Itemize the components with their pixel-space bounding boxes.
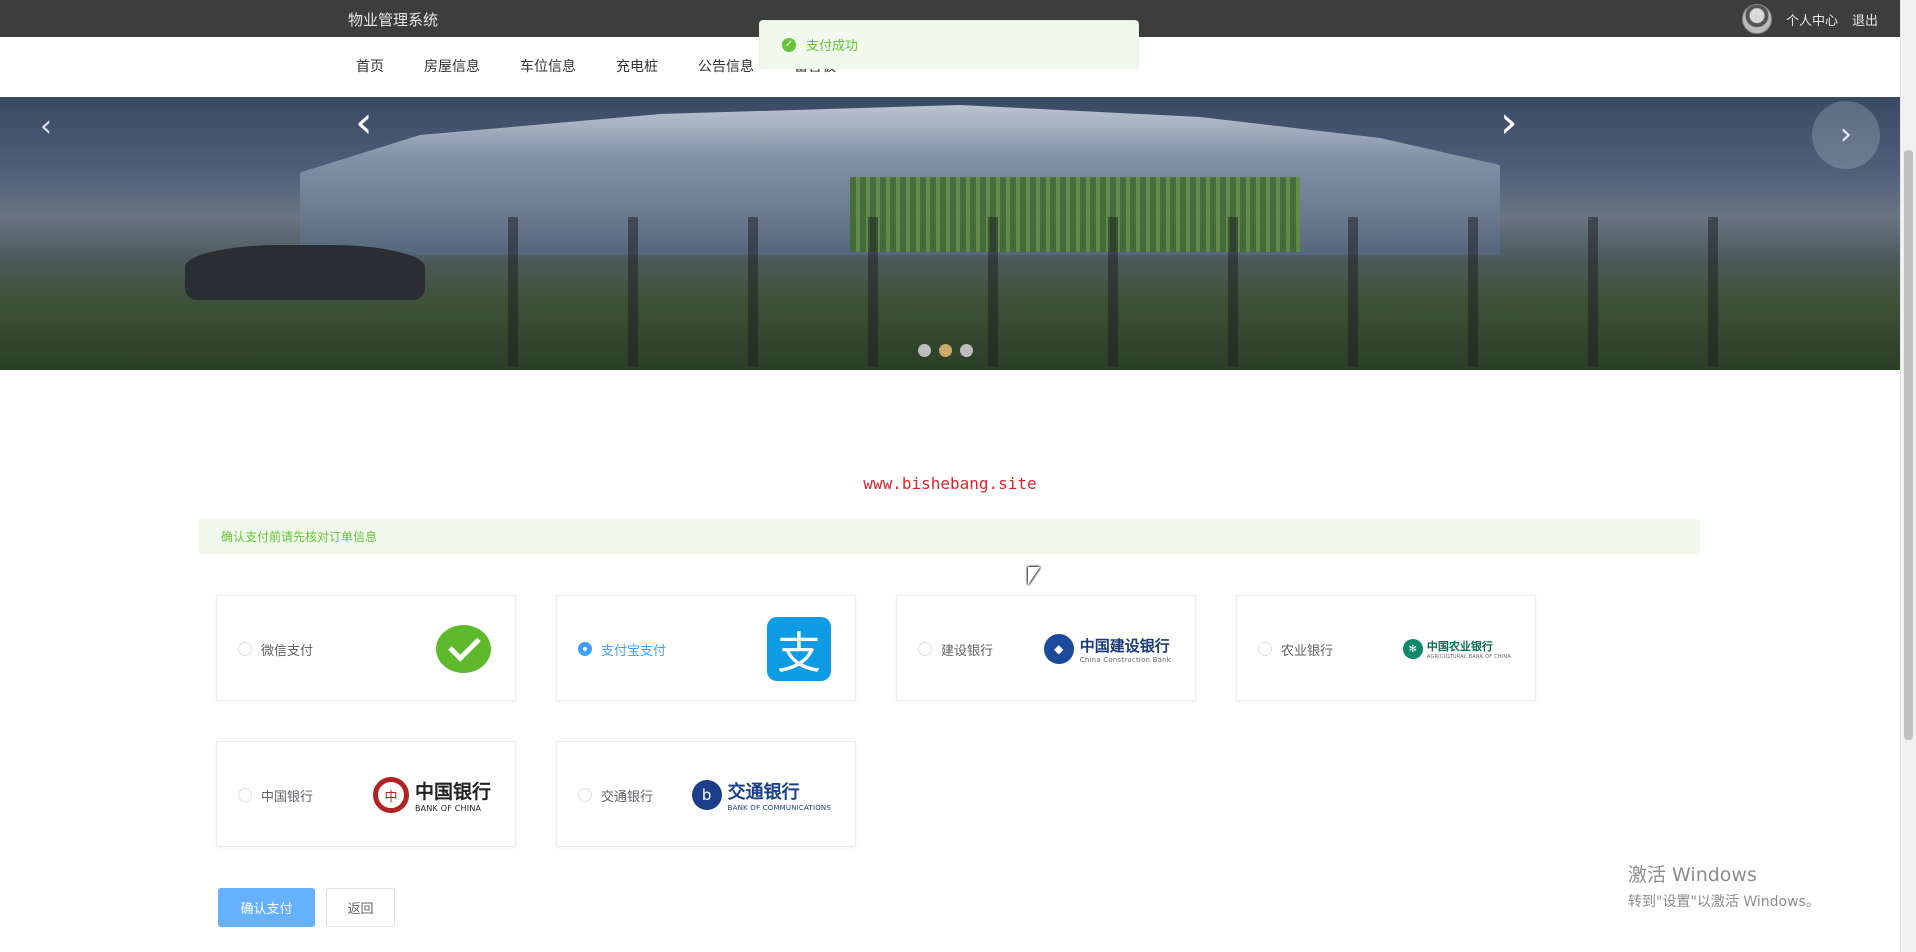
check-circle-icon: ✓ xyxy=(782,37,796,52)
alipay-icon: 支 xyxy=(767,617,831,681)
carousel-dot[interactable] xyxy=(960,344,973,357)
carousel-indicators xyxy=(918,344,973,357)
logout-link[interactable]: 退出 xyxy=(1852,10,1878,29)
boc-emblem-icon: 中 xyxy=(372,777,409,813)
payment-option-label: 交通银行 xyxy=(601,790,654,805)
windows-activation-title: 激活 Windows xyxy=(1628,864,1757,886)
boc-logo: 中 中国银行 BANK OF CHINA xyxy=(372,762,491,828)
banner-carousel: ‹ ‹ › › xyxy=(0,97,1900,370)
abc-logo: ✻ 中国农业银行 AGRICULTURAL BANK OF CHINA xyxy=(1402,616,1511,682)
radio-button[interactable] xyxy=(238,642,252,656)
payment-option-abc[interactable]: 农业银行 ✻ 中国农业银行 AGRICULTURAL BANK OF CHINA xyxy=(1236,595,1536,701)
payment-option-label: 农业银行 xyxy=(1281,644,1334,659)
page-scrollbar[interactable] xyxy=(1900,0,1916,952)
app-title: 物业管理系统 xyxy=(348,11,439,29)
carousel-prev-button[interactable]: ‹ xyxy=(355,101,373,145)
abc-logo-subtext: AGRICULTURAL BANK OF CHINA xyxy=(1426,654,1511,660)
user-avatar[interactable] xyxy=(1741,4,1772,34)
radio-button-checked[interactable] xyxy=(578,642,592,656)
nav-item-announcements[interactable]: 公告信息 xyxy=(698,56,754,76)
alipay-logo: 支 xyxy=(767,616,831,682)
mouse-cursor-icon xyxy=(1028,567,1040,585)
banner-image-people xyxy=(470,217,1820,367)
payment-option-label: 建设银行 xyxy=(941,644,994,659)
payment-option-bocom[interactable]: 交通银行 b 交通银行 BANK OF COMMUNICATIONS xyxy=(556,741,856,847)
banner-image-car xyxy=(185,245,425,300)
bocom-logo-text: 交通银行 xyxy=(727,782,800,803)
user-area: 个人中心 退出 xyxy=(1741,4,1878,34)
payment-option-boc[interactable]: 中国银行 中 中国银行 BANK OF CHINA xyxy=(216,741,516,847)
carousel-dot[interactable] xyxy=(918,344,931,357)
scrollbar-thumb[interactable] xyxy=(1904,150,1913,740)
order-notice-alert: 确认支付前请先核对订单信息 xyxy=(198,519,1700,554)
radio-button[interactable] xyxy=(578,788,592,802)
ccb-logo-subtext: China Construction Bank xyxy=(1079,655,1171,664)
nav-item-house-info[interactable]: 房屋信息 xyxy=(424,56,480,76)
nav-item-charging-pile[interactable]: 充电桩 xyxy=(616,56,658,76)
wechat-icon xyxy=(436,625,491,673)
ccb-logo: ◆ 中国建设银行 China Construction Bank xyxy=(1043,616,1171,682)
site-watermark: www.bishebang.site xyxy=(863,474,1037,493)
bocom-emblem-icon: b xyxy=(691,780,722,810)
boc-logo-subtext: BANK OF CHINA xyxy=(414,804,482,813)
bocom-logo: b 交通银行 BANK OF COMMUNICATIONS xyxy=(691,762,831,828)
bocom-logo-subtext: BANK OF COMMUNICATIONS xyxy=(727,804,831,812)
nav-item-parking-info[interactable]: 车位信息 xyxy=(520,56,576,76)
user-center-link[interactable]: 个人中心 xyxy=(1786,10,1838,29)
ccb-emblem-icon: ◆ xyxy=(1043,634,1074,664)
abc-emblem-icon: ✻ xyxy=(1402,639,1423,659)
toast-message: 支付成功 xyxy=(806,39,859,54)
back-button[interactable]: 返回 xyxy=(326,888,395,927)
radio-button[interactable] xyxy=(918,642,932,656)
carousel-next-button[interactable]: › xyxy=(1500,101,1518,145)
carousel-dot-active[interactable] xyxy=(939,344,952,357)
nav-item-home[interactable]: 首页 xyxy=(356,56,384,76)
windows-activation-watermark: 激活 Windows 转到"设置"以激活 Windows。 xyxy=(1628,860,1820,911)
payment-option-label: 支付宝支付 xyxy=(601,644,667,659)
payment-option-wechat[interactable]: 微信支付 xyxy=(216,595,516,701)
payment-option-label: 中国银行 xyxy=(261,790,314,805)
order-notice-text: 确认支付前请先核对订单信息 xyxy=(221,530,378,544)
chevron-left-icon[interactable]: ‹ xyxy=(40,105,52,149)
boc-logo-text: 中国银行 xyxy=(414,781,491,803)
abc-logo-text: 中国农业银行 xyxy=(1426,640,1493,653)
payment-option-alipay[interactable]: 支付宝支付 支 xyxy=(556,595,856,701)
windows-activation-hint: 转到"设置"以激活 Windows。 xyxy=(1628,894,1820,910)
confirm-payment-button[interactable]: 确认支付 xyxy=(218,888,315,927)
radio-button[interactable] xyxy=(238,788,252,802)
payment-option-label: 微信支付 xyxy=(261,644,314,659)
payment-option-ccb[interactable]: 建设银行 ◆ 中国建设银行 China Construction Bank xyxy=(896,595,1196,701)
wechat-logo xyxy=(436,616,491,682)
radio-button[interactable] xyxy=(1258,642,1272,656)
success-toast: ✓ 支付成功 xyxy=(759,20,1139,69)
chevron-right-icon[interactable]: › xyxy=(1812,101,1880,169)
ccb-logo-text: 中国建设银行 xyxy=(1079,636,1170,655)
